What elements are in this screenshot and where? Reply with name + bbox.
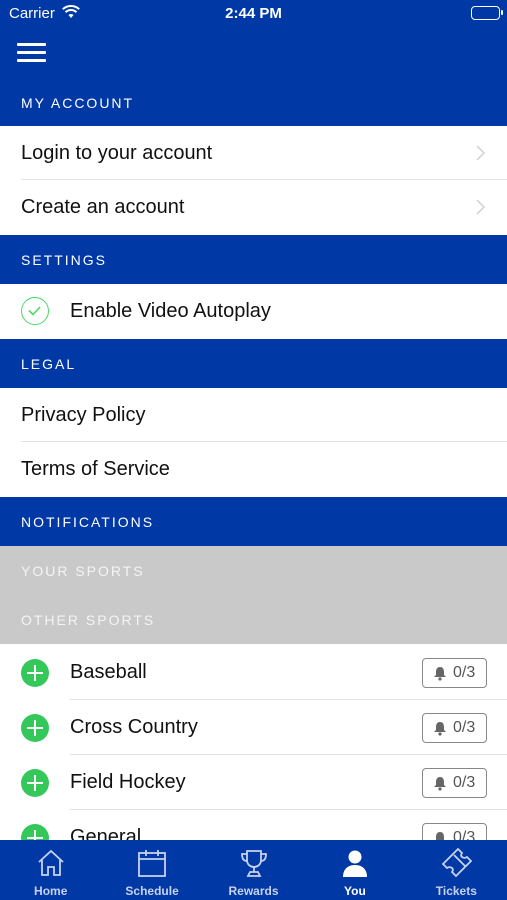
home-icon (38, 849, 64, 876)
notification-count-badge[interactable]: 0/3 (422, 658, 487, 688)
create-account-label: Create an account (21, 195, 185, 218)
terms-of-service-row[interactable]: Terms of Service (0, 442, 507, 496)
login-row[interactable]: Login to your account (0, 126, 507, 180)
calendar-icon (138, 850, 167, 877)
add-icon[interactable] (21, 659, 49, 687)
hamburger-menu-icon[interactable] (17, 43, 46, 63)
chevron-right-icon (476, 199, 485, 215)
add-icon[interactable] (21, 714, 49, 742)
terms-of-service-label: Terms of Service (21, 457, 170, 480)
tab-label: You (344, 884, 366, 898)
section-header-settings: SETTINGS (0, 235, 507, 284)
tab-you[interactable]: You (304, 840, 405, 900)
tab-bar: Home Schedule Rewards You Tickets (0, 840, 507, 900)
tab-label: Home (34, 884, 68, 898)
bell-icon (434, 666, 446, 681)
tab-label: Rewards (228, 884, 279, 898)
tab-label: Schedule (125, 884, 179, 898)
ticket-icon (442, 847, 473, 878)
section-header-legal: LEGAL (0, 339, 507, 388)
top-bar: Carrier 2:44 PM MY ACCOUNT (0, 0, 507, 126)
add-icon[interactable] (21, 769, 49, 797)
tab-schedule[interactable]: Schedule (101, 840, 202, 900)
sport-row-cross-country[interactable]: Cross Country 0/3 (0, 700, 507, 755)
section-header-my-account: MY ACCOUNT (21, 95, 135, 111)
tab-rewards[interactable]: Rewards (203, 840, 304, 900)
video-autoplay-label: Enable Video Autoplay (70, 299, 271, 322)
login-label: Login to your account (21, 141, 213, 164)
clock: 2:44 PM (225, 5, 282, 22)
sport-name: Baseball (70, 661, 147, 683)
notification-count-badge[interactable]: 0/3 (422, 768, 487, 798)
bell-icon (434, 776, 446, 791)
person-icon (342, 850, 367, 877)
sport-row-field-hockey[interactable]: Field Hockey 0/3 (0, 755, 507, 810)
checkmark-icon[interactable] (21, 297, 49, 325)
status-bar: Carrier 2:44 PM (0, 0, 507, 28)
tab-label: Tickets (435, 884, 477, 898)
create-account-row[interactable]: Create an account (0, 180, 507, 234)
section-header-notifications: NOTIFICATIONS (0, 497, 507, 546)
sport-name: Field Hockey (70, 771, 186, 793)
bell-icon (434, 721, 446, 736)
tab-tickets[interactable]: Tickets (406, 840, 507, 900)
trophy-icon (240, 850, 267, 877)
tab-home[interactable]: Home (0, 840, 101, 900)
sport-name: Cross Country (70, 716, 198, 738)
notification-count-badge[interactable]: 0/3 (422, 713, 487, 743)
privacy-policy-row[interactable]: Privacy Policy (0, 388, 507, 442)
sport-row-baseball[interactable]: Baseball 0/3 (0, 645, 507, 700)
battery-icon (471, 6, 503, 20)
chevron-right-icon (476, 145, 485, 161)
section-header-other-sports: OTHER SPORTS (0, 595, 507, 644)
section-header-your-sports: YOUR SPORTS (0, 546, 507, 595)
privacy-policy-label: Privacy Policy (21, 403, 146, 426)
video-autoplay-row[interactable]: Enable Video Autoplay (0, 284, 507, 338)
